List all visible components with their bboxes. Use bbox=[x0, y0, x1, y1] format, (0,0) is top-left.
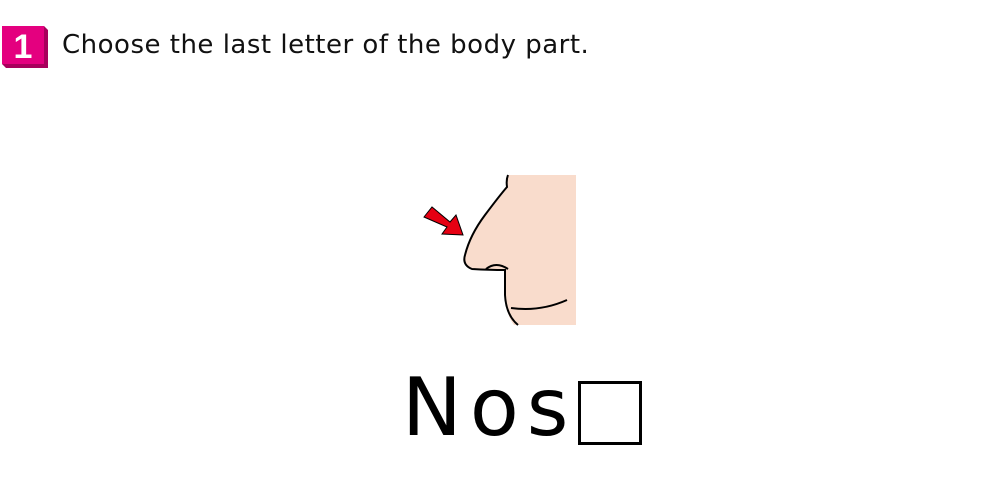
question-text: Choose the last letter of the body part. bbox=[62, 30, 590, 60]
answer-blank-box[interactable] bbox=[578, 381, 643, 445]
nose-picture bbox=[410, 165, 590, 339]
word-shown-letters: Nos bbox=[402, 361, 577, 454]
question-number: 1 bbox=[14, 28, 33, 66]
red-arrow-icon bbox=[423, 206, 464, 236]
answer-word: Nos bbox=[402, 360, 643, 456]
question-number-badge: 1 bbox=[2, 26, 48, 68]
